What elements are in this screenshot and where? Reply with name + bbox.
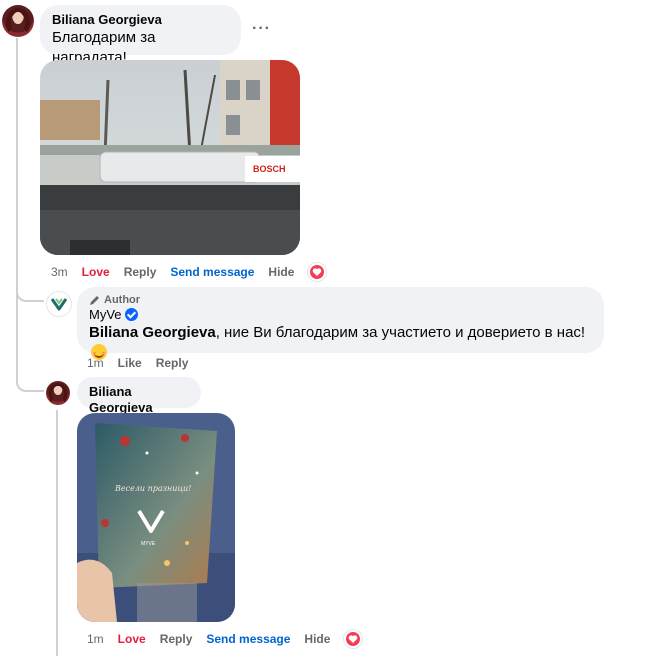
pencil-icon [90,295,99,305]
comment-actions: 3m Love Reply Send message Hide [51,263,327,281]
author-tag: Author [89,293,592,307]
thread-connector-reply-1 [16,280,44,302]
avatar[interactable] [46,381,70,405]
comment-author[interactable]: Biliana Georgieva [52,12,229,28]
comment-bubble: Biliana Georgieva Благодарим за наградат… [40,5,241,66]
comment-time[interactable]: 1m [87,632,104,646]
comment-time[interactable]: 3m [51,265,68,279]
comment-bubble: Biliana Georgieva [77,377,201,415]
hide-button[interactable]: Hide [268,265,294,279]
love-button[interactable]: Love [82,265,110,279]
thread-line-main [16,38,18,383]
send-message-button[interactable]: Send message [206,632,290,646]
reply-button[interactable]: Reply [156,356,189,370]
ellipsis-icon[interactable]: ··· [252,20,271,38]
comment-author[interactable]: MyVe [89,307,122,322]
comment-text: , ние Ви благодарим за участието и довер… [215,324,586,341]
reply-button[interactable]: Reply [160,632,193,646]
comment-photo[interactable]: BOSCH [40,60,300,255]
heart-icon[interactable] [344,630,363,648]
photo-greeting-text: Весели празници! [114,484,191,493]
comment-photo[interactable]: Весели празници! MYVE [77,413,235,622]
like-button[interactable]: Like [118,356,142,370]
myve-logo-avatar[interactable] [46,291,72,317]
comment-bubble: Author MyVe Biliana Georgieva, ние Ви бл… [77,287,604,360]
author-tag-label: Author [104,294,141,306]
love-button[interactable]: Love [118,632,146,646]
reply-button[interactable]: Reply [124,265,157,279]
send-message-button[interactable]: Send message [170,265,254,279]
photo-logo-text: MYVE [141,541,156,547]
hide-button[interactable]: Hide [304,632,330,646]
avatar[interactable] [2,5,34,37]
comment-author-row: MyVe [89,307,592,323]
thread-line-sub [56,410,58,656]
svg-text:BOSCH: BOSCH [253,164,286,174]
verified-badge-icon [124,308,138,321]
comment-author[interactable]: Biliana Georgieva [89,384,189,416]
comment-actions: 1m Love Reply Send message Hide [87,630,363,648]
mention-link[interactable]: Biliana Georgieva [89,324,216,341]
thread-connector-reply-2 [16,370,44,392]
comment-time[interactable]: 1m [87,356,104,370]
heart-icon[interactable] [308,263,327,281]
comment-actions: 1m Like Reply [87,356,202,370]
